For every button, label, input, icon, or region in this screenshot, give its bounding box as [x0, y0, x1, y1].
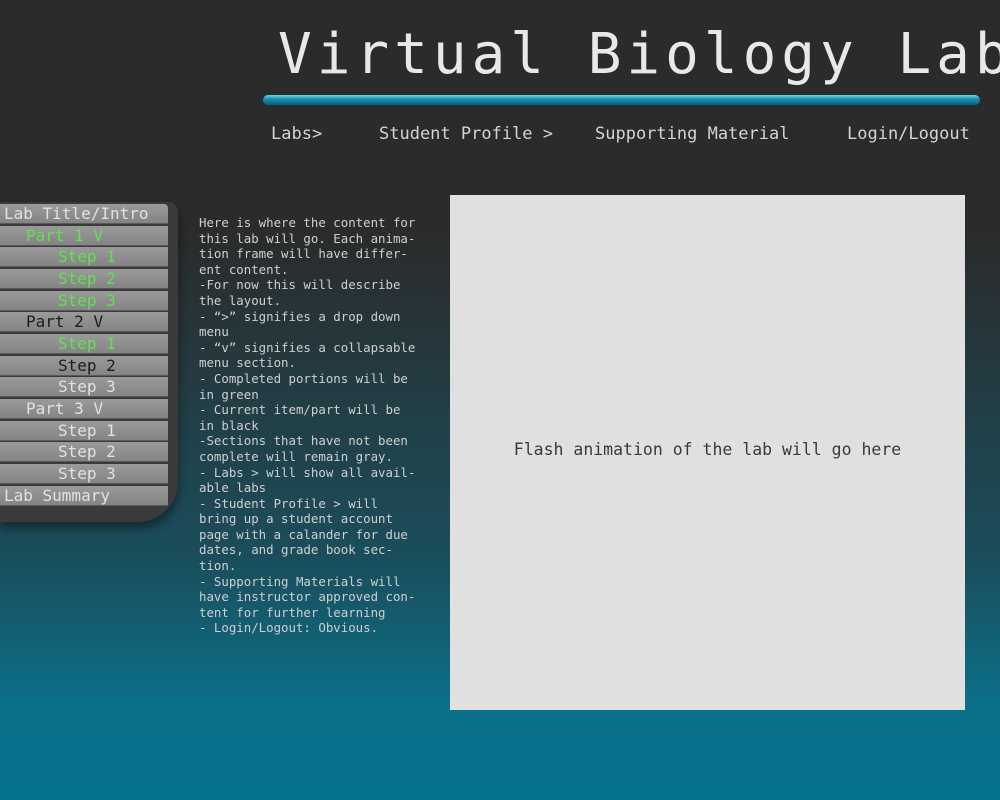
- description-line: the layout.: [199, 292, 282, 308]
- sidebar-item-part-3-step-2[interactable]: Step 2: [0, 442, 168, 462]
- sidebar-item-label: Step 3: [58, 464, 116, 483]
- sidebar-item-label: Step 2: [58, 269, 116, 288]
- sidebar-item-lab-intro[interactable]: Lab Title/Intro: [0, 204, 168, 224]
- description-line: - Labs > will show all avail-: [199, 464, 416, 480]
- nav-labs[interactable]: Labs>: [271, 124, 322, 144]
- lab-description: Here is where the content for this lab w…: [199, 215, 439, 636]
- sidebar-item-part-1-step-3[interactable]: Step 3: [0, 291, 168, 311]
- sidebar-item-label: Lab Summary: [4, 486, 110, 505]
- description-line: tion frame will have differ-: [199, 246, 408, 262]
- description-line: Here is where the content for: [199, 215, 416, 230]
- collapse-toggle-icon[interactable]: V: [93, 226, 103, 245]
- description-line: menu: [199, 324, 229, 340]
- sidebar-item-label: Step 3: [58, 377, 116, 396]
- nav-supporting-material[interactable]: Supporting Material: [595, 124, 789, 144]
- description-line: dates, and grade book sec-: [199, 542, 393, 558]
- sidebar-item-part-3[interactable]: Part 3 V: [0, 399, 168, 419]
- sidebar-item-part-3-step-1[interactable]: Step 1: [0, 421, 168, 441]
- description-line: tent for further learning: [199, 604, 386, 620]
- description-line: page with a calander for due: [199, 526, 408, 542]
- description-line: - Login/Logout: Obvious.: [199, 620, 379, 636]
- sidebar-item-lab-summary[interactable]: Lab Summary: [0, 486, 168, 506]
- description-line: have instructor approved con-: [199, 589, 416, 605]
- sidebar-item-label: Part 1: [26, 226, 94, 245]
- description-line: bring up a student account: [199, 511, 393, 527]
- description-line: -Sections that have not been: [199, 433, 408, 449]
- sidebar-item-label: Step 2: [58, 356, 116, 375]
- sidebar-item-part-2-step-1[interactable]: Step 1: [0, 334, 168, 354]
- sidebar-item-part-2-step-3[interactable]: Step 3: [0, 377, 168, 397]
- description-line: complete will remain gray.: [199, 448, 393, 464]
- sidebar-item-label: Part 3: [26, 399, 94, 418]
- nav-login-logout[interactable]: Login/Logout: [847, 124, 970, 144]
- sidebar: Lab Title/Intro Part 1 V Step 1 Step 2 S…: [0, 202, 178, 522]
- description-line: able labs: [199, 480, 267, 496]
- sidebar-item-part-2[interactable]: Part 2 V: [0, 312, 168, 332]
- description-line: ent content.: [199, 261, 289, 277]
- description-line: - Completed portions will be: [199, 370, 408, 386]
- description-line: in green: [199, 386, 259, 402]
- sidebar-item-label: Lab Title/Intro: [4, 204, 149, 223]
- description-line: - Current item/part will be: [199, 402, 401, 418]
- sidebar-item-part-3-step-3[interactable]: Step 3: [0, 464, 168, 484]
- description-line: - “>” signifies a drop down: [199, 308, 401, 324]
- sidebar-item-label: Step 2: [58, 442, 116, 461]
- description-line: - Student Profile > will: [199, 495, 379, 511]
- sidebar-item-label: Step 1: [58, 421, 116, 440]
- description-line: in black: [199, 417, 259, 433]
- flash-animation-area[interactable]: Flash animation of the lab will go here: [450, 195, 965, 710]
- description-line: -For now this will describe: [199, 277, 401, 293]
- description-line: - “v” signifies a collapsable: [199, 339, 416, 355]
- description-line: this lab will go. Each anima-: [199, 230, 416, 246]
- nav-student-profile[interactable]: Student Profile >: [379, 124, 553, 144]
- sidebar-item-label: Part 2: [26, 312, 94, 331]
- description-line: menu section.: [199, 355, 296, 371]
- title-underline: [263, 95, 980, 105]
- sidebar-item-part-1[interactable]: Part 1 V: [0, 226, 168, 246]
- collapse-toggle-icon[interactable]: V: [93, 312, 103, 331]
- sidebar-item-label: Step 1: [58, 247, 116, 266]
- flash-placeholder-text: Flash animation of the lab will go here: [513, 440, 902, 459]
- sidebar-item-part-1-step-1[interactable]: Step 1: [0, 247, 168, 267]
- page-title: Virtual Biology Lab: [278, 22, 1000, 87]
- sidebar-item-label: Step 1: [58, 334, 116, 353]
- sidebar-item-part-2-step-2[interactable]: Step 2: [0, 356, 168, 376]
- sidebar-item-label: Step 3: [58, 291, 116, 310]
- collapse-toggle-icon[interactable]: V: [93, 399, 103, 418]
- description-line: tion.: [199, 558, 237, 574]
- description-line: - Supporting Materials will: [199, 573, 401, 589]
- sidebar-item-part-1-step-2[interactable]: Step 2: [0, 269, 168, 289]
